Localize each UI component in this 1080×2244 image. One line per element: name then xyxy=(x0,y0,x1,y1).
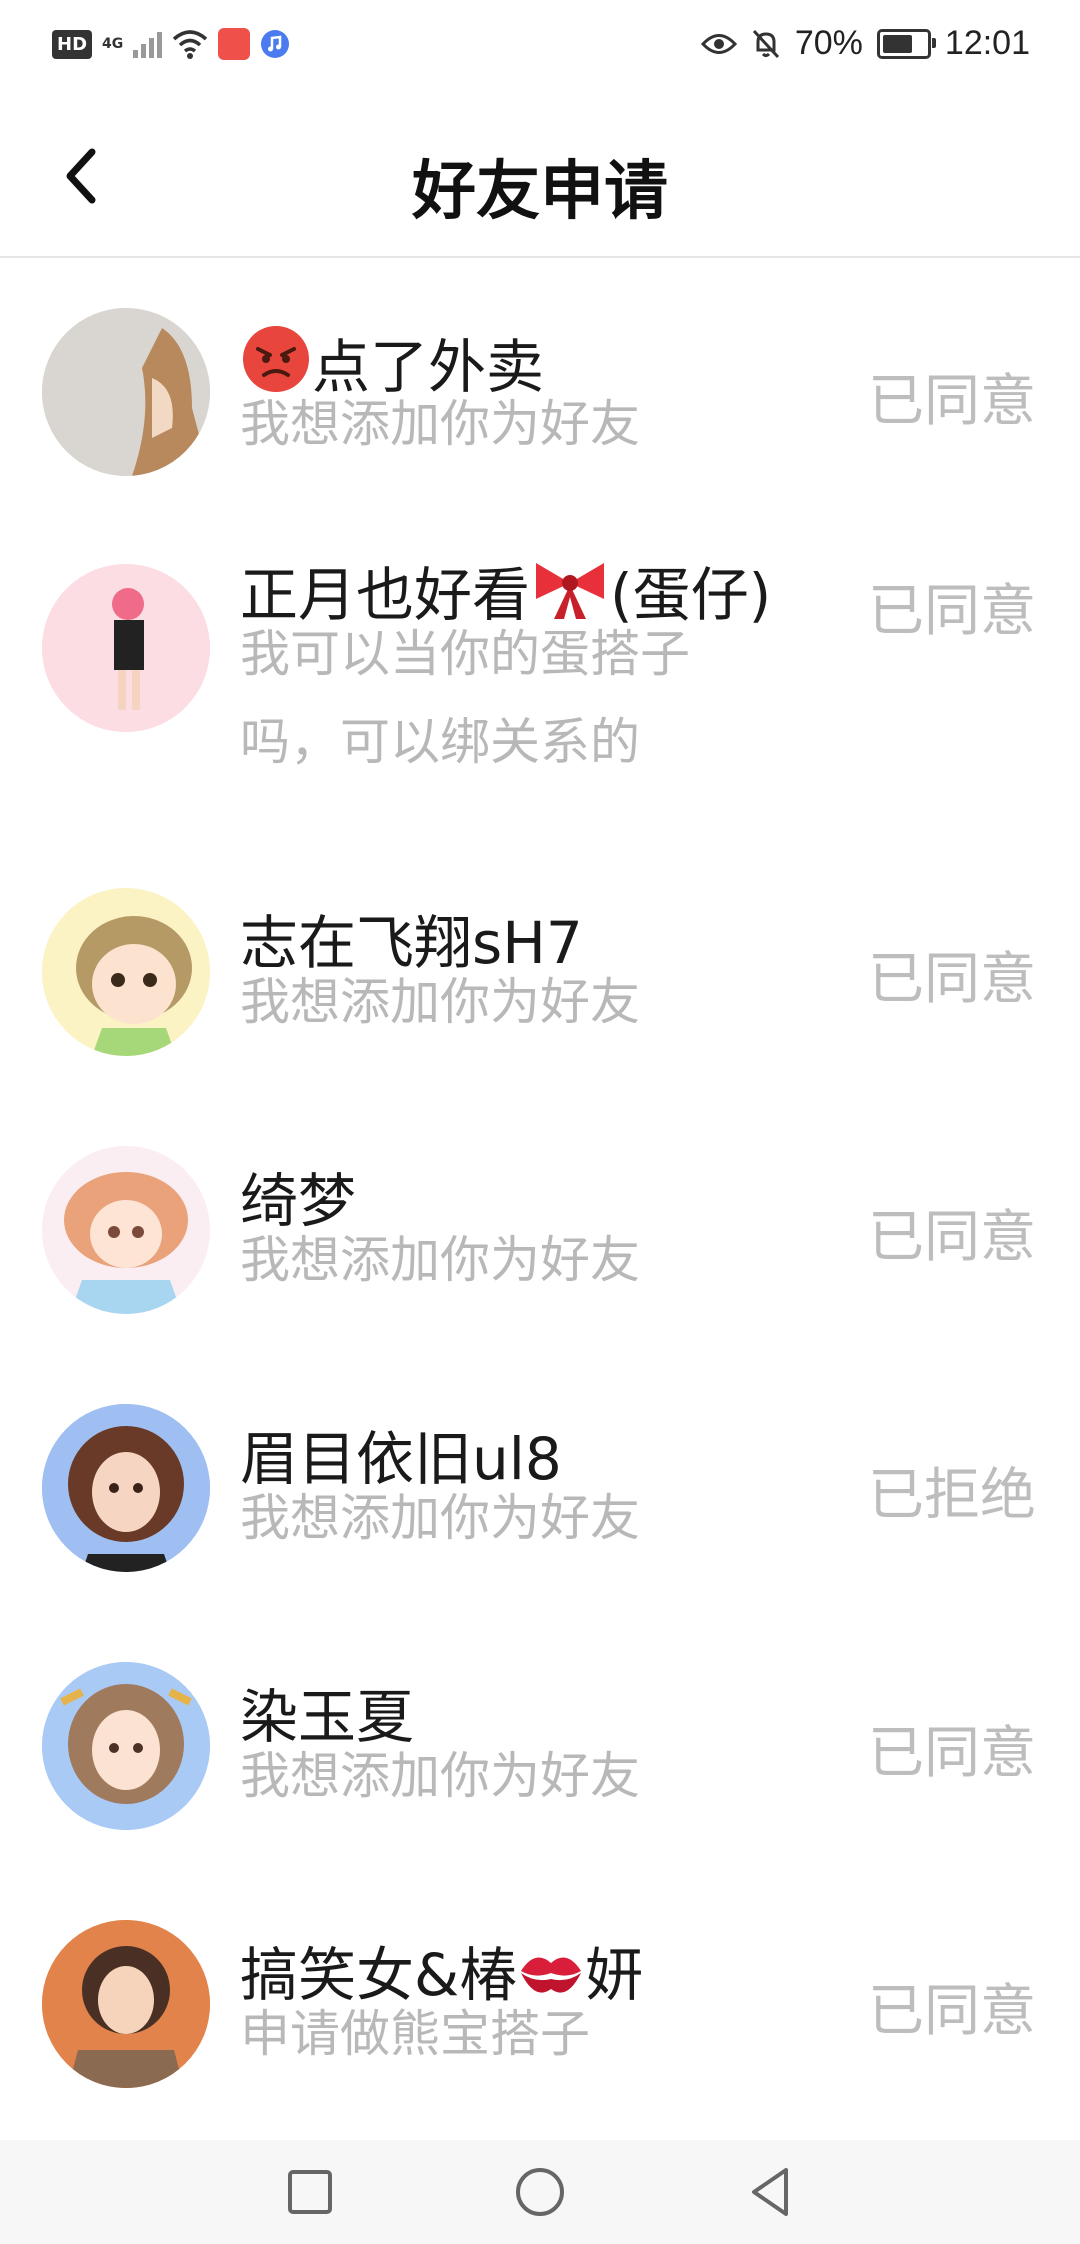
music-app-icon xyxy=(261,30,290,58)
avatar[interactable] xyxy=(42,308,210,476)
request-message: 我可以当你的蛋搭子吗，可以绑关系的 xyxy=(240,625,690,771)
request-message: 我想添加你为好友 xyxy=(240,1747,640,1805)
request-status: 已同意 xyxy=(868,579,1036,644)
request-status: 已同意 xyxy=(868,1979,1036,2044)
triangle-back-icon[interactable] xyxy=(740,2162,800,2222)
list-item[interactable]: 点了外卖 我想添加你为好友 已同意 xyxy=(0,258,1080,516)
square-icon[interactable] xyxy=(280,2162,340,2222)
avatar[interactable] xyxy=(42,1662,210,1830)
list-item[interactable]: 染玉夏 我想添加你为好友 已同意 xyxy=(0,1610,1080,1868)
hd-badge: HD xyxy=(52,29,93,59)
battery-icon xyxy=(876,28,936,59)
network-type: 4G xyxy=(102,36,124,52)
app-notification-icon xyxy=(218,28,251,60)
signal-icon xyxy=(133,30,163,58)
circle-icon[interactable] xyxy=(510,2162,570,2222)
request-status: 已同意 xyxy=(868,947,1036,1012)
request-status: 已拒绝 xyxy=(868,1463,1036,1528)
request-message: 申请做熊宝搭子 xyxy=(240,2005,590,2063)
list-item[interactable]: 志在飞翔sH7 我想添加你为好友 已同意 xyxy=(0,836,1080,1094)
avatar[interactable] xyxy=(42,1146,210,1314)
request-status: 已同意 xyxy=(868,1205,1036,1270)
status-left: HD 4G xyxy=(52,28,290,60)
avatar[interactable] xyxy=(42,888,210,1056)
status-bar: HD 4G 70% 12:01 xyxy=(0,0,1080,96)
request-message: 我想添加你为好友 xyxy=(240,973,640,1031)
status-right: 70% 12:01 xyxy=(700,24,1030,63)
list-item[interactable]: 绮梦 我想添加你为好友 已同意 xyxy=(0,1094,1080,1352)
avatar[interactable] xyxy=(42,1404,210,1572)
request-status: 已同意 xyxy=(868,1721,1036,1786)
eye-icon xyxy=(700,33,737,54)
wifi-icon xyxy=(173,30,208,59)
avatar[interactable] xyxy=(42,564,210,732)
list-item[interactable]: 正月也好看 (蛋仔) 我可以当你的蛋搭子吗，可以绑关系的 已同意 xyxy=(0,516,1080,836)
clock: 12:01 xyxy=(944,24,1030,62)
battery-percent: 70% xyxy=(794,24,863,62)
top-bar: 好友申请 xyxy=(0,96,1080,258)
request-message: 我想添加你为好友 xyxy=(240,395,640,453)
request-status: 已同意 xyxy=(868,369,1036,434)
system-nav-bar xyxy=(0,2140,1080,2244)
page-title: 好友申请 xyxy=(412,155,668,229)
request-message: 我想添加你为好友 xyxy=(240,1489,640,1547)
avatar[interactable] xyxy=(42,1920,210,2088)
battery-level xyxy=(882,34,912,53)
list-item[interactable]: 搞笑女&椿 妍 申请做熊宝搭子 已同意 xyxy=(0,1868,1080,2140)
request-message: 我想添加你为好友 xyxy=(240,1231,640,1289)
mute-bell-icon xyxy=(752,29,779,58)
list-item[interactable]: 眉目依旧ul8 我想添加你为好友 已拒绝 xyxy=(0,1352,1080,1610)
